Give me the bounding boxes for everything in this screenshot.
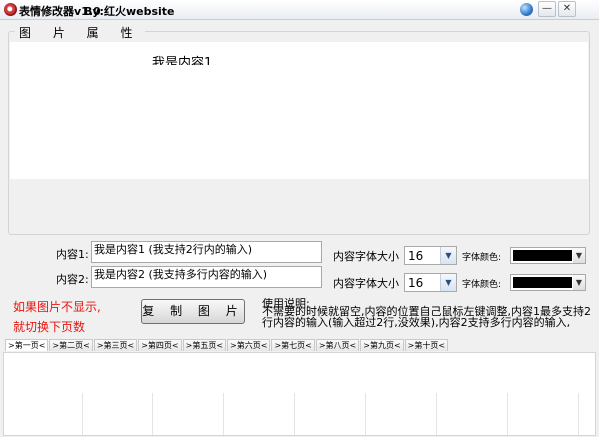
content2-font-color-select[interactable]: ▼ bbox=[510, 274, 586, 291]
divider bbox=[365, 393, 366, 435]
group-title: 图 片 属 性 bbox=[15, 24, 146, 41]
chevron-down-icon[interactable]: ▼ bbox=[573, 248, 585, 263]
content1-font-size-value: 16 bbox=[408, 249, 424, 263]
hint-line-2: 就切换下页数 bbox=[13, 320, 86, 334]
divider bbox=[578, 393, 579, 435]
page-tab[interactable]: >第一页< bbox=[5, 339, 49, 351]
page-tab[interactable]: >第六页< bbox=[227, 339, 271, 351]
minimize-button[interactable]: — bbox=[538, 1, 556, 17]
color-swatch bbox=[513, 277, 572, 288]
page-tab[interactable]: >第三页< bbox=[93, 339, 138, 351]
picture-preview[interactable]: 我是内容1 bbox=[10, 42, 588, 179]
content2-input[interactable]: 我是内容2 (我支持多行内容的输入) bbox=[91, 266, 322, 288]
divider bbox=[436, 393, 437, 435]
content1-font-size-label: 内容字体大小 bbox=[333, 250, 399, 263]
chevron-down-icon[interactable]: ▼ bbox=[440, 274, 456, 291]
content1-label: 内容1: bbox=[56, 248, 89, 261]
page-tab[interactable]: >第五页< bbox=[182, 339, 227, 351]
copy-picture-button[interactable]: 复 制 图 片 bbox=[141, 299, 245, 324]
color-swatch bbox=[513, 250, 572, 261]
hint-line-1: 如果图片不显示, bbox=[13, 300, 101, 314]
tab-page-content bbox=[3, 352, 596, 436]
page-tab[interactable]: >第七页< bbox=[271, 339, 315, 351]
chevron-down-icon[interactable]: ▼ bbox=[573, 275, 585, 290]
close-button[interactable]: ✕ bbox=[558, 1, 576, 17]
content1-font-size-select[interactable]: 16 ▼ bbox=[404, 246, 457, 265]
picture-properties-group: 图 片 属 性 我是内容1 bbox=[8, 24, 590, 235]
title-bar: 表情修改器v1.0 By:红火website — ✕ bbox=[0, 0, 599, 20]
content1-font-color-select[interactable]: ▼ bbox=[510, 247, 586, 264]
divider bbox=[294, 393, 295, 435]
app-icon bbox=[4, 3, 17, 16]
page-tab[interactable]: >第九页< bbox=[360, 339, 404, 351]
page-tab[interactable]: >第十页< bbox=[404, 339, 449, 351]
page-tab[interactable]: >第四页< bbox=[138, 339, 182, 351]
content2-font-color-label: 字体颜色: bbox=[462, 280, 502, 290]
page-tab-strip: >第一页< >第二页< >第三页< >第四页< >第五页< >第六页< >第七页< >第八页<… bbox=[5, 339, 449, 352]
chevron-down-icon[interactable]: ▼ bbox=[440, 247, 456, 264]
divider bbox=[82, 393, 83, 435]
divider bbox=[152, 393, 153, 435]
content2-font-size-label: 内容字体大小 bbox=[333, 277, 399, 290]
page-tab[interactable]: >第八页< bbox=[315, 339, 360, 351]
content2-label: 内容2: bbox=[56, 273, 89, 286]
globe-icon[interactable] bbox=[520, 3, 533, 16]
content2-font-size-select[interactable]: 16 ▼ bbox=[404, 273, 457, 292]
content2-font-size-value: 16 bbox=[408, 276, 424, 290]
author-label: By:红火website bbox=[84, 5, 175, 18]
usage-text: 不需要的时候就留空,内容的位置自己鼠标左键调整,内容1最多支持2行内容的输入(输… bbox=[262, 305, 591, 329]
caption-buttons: — ✕ bbox=[538, 1, 576, 17]
content1-font-color-label: 字体颜色: bbox=[462, 253, 502, 263]
page-tab[interactable]: >第二页< bbox=[49, 339, 93, 351]
divider bbox=[507, 393, 508, 435]
content1-input[interactable]: 我是内容1 (我支持2行内的输入) bbox=[91, 241, 322, 263]
divider bbox=[223, 393, 224, 435]
preview-content-text[interactable]: 我是内容1 bbox=[152, 52, 212, 65]
